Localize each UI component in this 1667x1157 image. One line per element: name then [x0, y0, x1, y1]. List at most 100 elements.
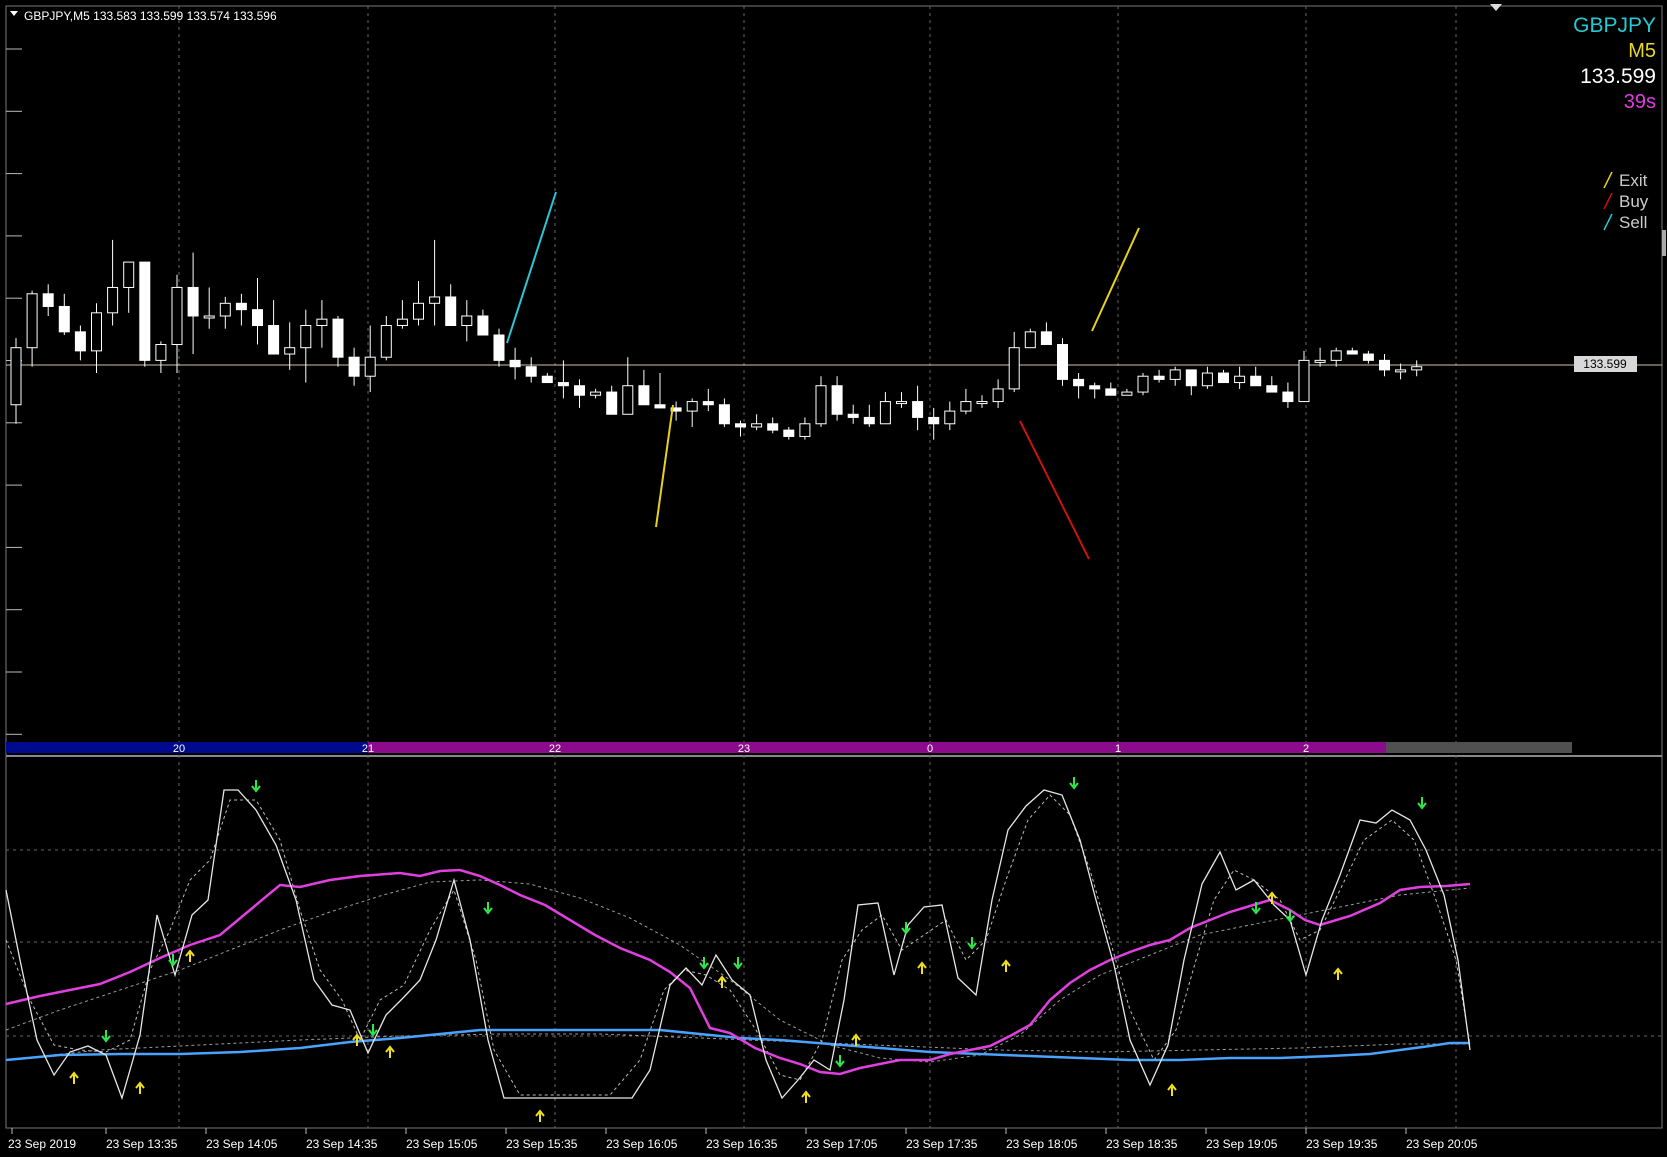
candle-bullish — [107, 286, 119, 314]
candle-bearish — [1057, 344, 1068, 380]
hour-bar-label: 0 — [927, 743, 933, 755]
candle-bullish — [10, 347, 22, 406]
candle-bullish — [380, 325, 392, 358]
hour-bar-label: 2 — [1303, 743, 1309, 755]
candle-bullish — [1298, 359, 1310, 403]
candle-bullish — [364, 356, 376, 377]
candle-bullish — [815, 385, 827, 425]
candle-bearish — [1379, 359, 1390, 371]
candle-bearish — [557, 382, 569, 387]
candle-bearish — [348, 356, 360, 377]
candle-bullish — [1330, 350, 1342, 361]
hour-bar-label: 22 — [549, 743, 561, 755]
timeframe-label: M5 — [1628, 40, 1656, 62]
time-axis-label: 23 Sep 2019 — [8, 1137, 76, 1151]
candle-bearish — [1185, 369, 1197, 387]
hour-bar-segment — [744, 742, 930, 753]
candle-bullish — [799, 423, 811, 437]
candle-bullish — [155, 344, 167, 361]
candle-bearish — [654, 404, 666, 409]
candle-bullish — [590, 391, 602, 396]
candle-bullish — [896, 401, 907, 405]
hour-bar-segment — [1306, 742, 1386, 753]
candle-bearish — [1089, 385, 1101, 390]
candle-bearish — [1218, 372, 1229, 384]
candle-bearish — [235, 302, 247, 311]
candle-bearish — [1040, 331, 1052, 346]
candle-bearish — [831, 385, 843, 415]
time-axis-label: 23 Sep 19:35 — [1306, 1137, 1378, 1151]
candle-bearish — [735, 423, 746, 428]
hour-bar-segment — [930, 742, 1118, 753]
candle-bullish — [976, 401, 988, 405]
candle-bearish — [1250, 375, 1262, 387]
candle-bullish — [1411, 366, 1423, 371]
candle-bullish — [26, 293, 38, 349]
candle-bullish — [622, 385, 634, 415]
time-axis-label: 23 Sep 16:05 — [606, 1137, 678, 1151]
candle-bullish — [171, 286, 183, 346]
candle-bearish — [863, 416, 875, 425]
hour-bar-label: 20 — [173, 743, 185, 755]
candle-bearish — [477, 315, 489, 336]
candle-bullish — [396, 318, 408, 327]
candle-bearish — [912, 401, 924, 418]
candle-bearish — [187, 286, 199, 317]
candle-bullish — [1169, 369, 1181, 380]
time-axis-label: 23 Sep 15:35 — [506, 1137, 578, 1151]
candle-bullish — [91, 312, 102, 352]
time-axis-label: 23 Sep 17:35 — [906, 1137, 978, 1151]
scroll-handle[interactable] — [1662, 230, 1666, 256]
candle-bullish — [879, 401, 891, 425]
candle-bearish — [702, 401, 714, 406]
candle-bullish — [219, 302, 231, 317]
candle-bullish — [1121, 391, 1133, 396]
candle-bearish — [1266, 385, 1278, 393]
candle-bearish — [541, 375, 553, 384]
time-axis-label: 23 Sep 16:35 — [706, 1137, 778, 1151]
price-label: 133.599 — [1580, 65, 1656, 88]
candle-bearish — [525, 366, 537, 377]
time-axis-label: 23 Sep 15:05 — [406, 1137, 478, 1151]
candle-bearish — [58, 305, 70, 333]
hour-bar-segment — [1118, 742, 1306, 753]
candle-bearish — [767, 423, 779, 431]
candle-bearish — [42, 293, 54, 307]
trading-chart-window[interactable]: 133.599 GBPJPY,M5 133.583 133.599 133.57… — [0, 0, 1667, 1157]
time-axis-label: 23 Sep 19:05 — [1206, 1137, 1278, 1151]
price-line-label: 133.599 — [1583, 357, 1627, 371]
candle-bullish — [203, 315, 215, 319]
time-axis-label: 23 Sep 18:35 — [1106, 1137, 1178, 1151]
legend-exit-label: Exit — [1619, 171, 1648, 190]
symbol-label: GBPJPY — [1573, 14, 1656, 37]
candle-bearish — [783, 429, 795, 437]
candle-bearish — [1346, 350, 1358, 355]
countdown-label: 39s — [1624, 91, 1656, 113]
legend-buy-label: Buy — [1619, 192, 1649, 211]
candle-bullish — [123, 261, 135, 288]
candle-bullish — [429, 296, 441, 304]
candle-bearish — [445, 296, 457, 327]
candle-bearish — [509, 359, 521, 368]
candle-bearish — [1105, 388, 1117, 396]
candle-bullish — [960, 401, 972, 412]
candle-bearish — [1282, 391, 1294, 403]
hour-bar-segment — [6, 742, 368, 753]
candle-bearish — [74, 331, 86, 352]
time-axis-label: 23 Sep 17:05 — [806, 1137, 878, 1151]
candle-bearish — [928, 416, 940, 425]
candle-bullish — [316, 318, 328, 327]
candle-bearish — [638, 385, 650, 406]
candle-bullish — [1201, 372, 1213, 387]
candle-bullish — [751, 423, 763, 428]
candle-bullish — [992, 388, 1004, 403]
candle-bearish — [493, 334, 505, 361]
candle-bullish — [300, 325, 312, 349]
candle-bearish — [252, 309, 263, 326]
time-axis-label: 23 Sep 14:05 — [206, 1137, 278, 1151]
candle-bearish — [574, 385, 585, 396]
time-axis-label: 23 Sep 20:05 — [1406, 1137, 1478, 1151]
hour-bar-label: 23 — [738, 743, 750, 755]
time-axis-label: 23 Sep 14:35 — [306, 1137, 378, 1151]
candle-bullish — [1137, 375, 1149, 393]
